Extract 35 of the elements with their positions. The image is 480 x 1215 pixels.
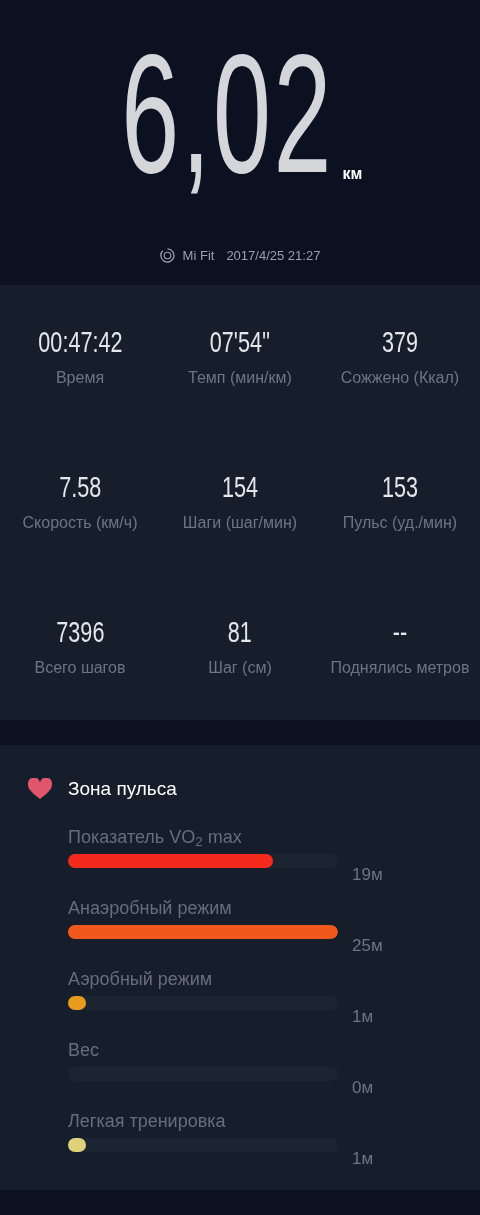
stat-label: Шаг (см) [208,658,272,678]
zone-label: Вес [68,1039,100,1062]
zone-duration: 1м [352,1005,374,1028]
stat-value: -- [392,615,408,648]
zone-duration: 25м [352,934,383,957]
stat-label: Скорость (км/ч) [22,513,138,533]
stat-value: 07'54'' [209,325,271,358]
heart-icon [27,778,53,801]
stat-label: Всего шагов [34,658,126,678]
zone-duration: 1м [352,1147,374,1170]
zone-label: Показатель VO$_{2}$ max [68,826,242,849]
distance-value: 6,02 [120,30,334,198]
app-name: Mi Fit [182,247,215,265]
stat-label: Темп (мин/км) [188,368,292,388]
stat-label: Время [55,368,105,388]
zone-label: Легкая тренировка [68,1110,226,1133]
stat-value: 153 [381,470,418,503]
zone-label: Анаэробный режим [68,897,232,920]
zone-duration: 19м [352,863,383,886]
zone-label: Аэробный режим [68,968,213,991]
stat-label: Пульс (уд./мин) [342,513,458,533]
stat-value: 00:47:42 [37,325,123,358]
stat-label: Поднялись метров [330,658,470,678]
workout-datetime: 2017/4/25 21:27 [226,247,321,265]
section-title: Зона пульса [68,777,177,801]
zone-duration: 0м [352,1076,374,1099]
stat-value: 7396 [55,615,104,648]
stat-value: 379 [381,325,418,358]
distance-unit: км [342,164,363,184]
stat-label: Шаги (шаг/мин) [182,513,298,533]
app-logo-icon [159,248,175,264]
stat-value: 7.58 [58,470,101,503]
stat-value: 154 [221,470,258,503]
stat-label: Сожжено (Ккал) [340,368,460,388]
stat-value: 81 [227,615,252,648]
